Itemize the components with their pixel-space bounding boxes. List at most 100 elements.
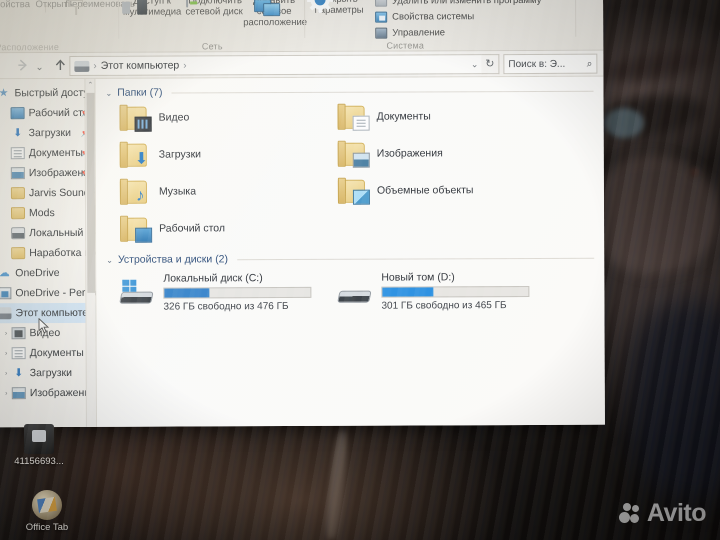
system-properties-icon — [375, 11, 388, 23]
sidebar-item-label: Mods — [28, 207, 55, 220]
navigation-list: ⌄★Быстрый доступРабочий сто📌⬇Загрузки📌До… — [0, 83, 96, 403]
wallpaper-mole-shape — [690, 168, 699, 177]
ribbon-uninstall-button[interactable]: Удалить или изменить программу — [375, 0, 541, 8]
ribbon-map-drive-button[interactable]: Подключить сетевой диск — [183, 0, 245, 17]
chevron-down-icon[interactable]: ⌄ — [105, 88, 112, 97]
sidebar-item-13[interactable]: › Документы — [0, 343, 96, 363]
folder-icon — [10, 187, 25, 200]
wallpaper-hair-shape — [630, 300, 720, 500]
folder-tile[interactable]: Музыка — [106, 178, 324, 205]
recent-locations-button[interactable]: ⌄ — [35, 60, 43, 76]
folder-tile[interactable]: Рабочий стол — [106, 215, 324, 243]
breadcrumb-separator[interactable]: › — [183, 60, 186, 71]
drive-name-label: Локальный диск (C:) — [163, 272, 263, 285]
sidebar-item-6[interactable]: Mods — [0, 203, 95, 223]
drive-icon — [337, 279, 372, 305]
sidebar-item-15[interactable]: › Изображения — [0, 383, 96, 403]
ribbon-toolbar: Свойства ↑ Открыть Переименовать Располо… — [0, 0, 604, 54]
sidebar-item-4[interactable]: Изображени📌 — [0, 163, 95, 183]
sidebar-item-label: OneDrive - Person — [15, 286, 96, 300]
this-pc-icon — [74, 60, 90, 72]
sidebar-item-0[interactable]: ⌄★Быстрый доступ — [0, 83, 95, 103]
folder-tile[interactable]: Загрузки — [106, 141, 324, 168]
up-button[interactable] — [53, 58, 67, 72]
ribbon-uninstall-label: Удалить или изменить программу — [392, 0, 542, 7]
documents-icon — [11, 347, 26, 360]
address-bar[interactable]: › Этот компьютер › ⌄ — [69, 54, 484, 76]
ribbon-media-access-label: Доступ к мультимедиа — [122, 0, 182, 18]
drive-tile[interactable]: Новый том (D:) 301 ГБ свободно из 465 ГБ — [324, 270, 542, 312]
arrow-cursor-icon — [38, 317, 50, 334]
sidebar-item-3[interactable]: Документы📌 — [0, 143, 95, 163]
documents-icon — [10, 147, 25, 160]
sidebar-item-14[interactable]: › ⬇ Загрузки — [0, 363, 96, 383]
folder-tile[interactable]: Видео — [106, 104, 324, 132]
archive-file-icon — [24, 424, 54, 454]
search-box[interactable]: Поиск в: Э... ⌕ — [503, 53, 598, 75]
sidebar-item-1[interactable]: Рабочий сто📌 — [0, 103, 95, 123]
chevron-down-icon[interactable]: ⌄ — [106, 255, 113, 264]
folder-tile-label: Документы — [376, 110, 431, 123]
wallpaper-brow-shape — [598, 42, 720, 88]
avito-watermark: Avito — [618, 501, 707, 526]
drive-usage-bar — [381, 285, 530, 298]
cloud-icon: ☁ — [0, 267, 10, 280]
folder-icon — [10, 207, 26, 220]
drive-usage-fill — [164, 288, 210, 298]
navigation-pane: ⌄★Быстрый доступРабочий сто📌⬇Загрузки📌До… — [0, 78, 98, 428]
avito-dots-icon — [618, 502, 641, 525]
sidebar-item-10[interactable]: ›OneDrive - Person — [0, 283, 95, 303]
folder-videos-icon — [119, 104, 152, 132]
downloads-icon: ⬇ — [13, 127, 23, 140]
windows-drive-icon — [119, 279, 154, 306]
folder-documents-icon — [337, 103, 370, 131]
office-tab-icon — [32, 490, 62, 520]
drives-grid: Локальный диск (C:) 326 ГБ свободно из 47… — [106, 270, 594, 313]
forward-button[interactable] — [15, 58, 29, 72]
search-input[interactable]: Поиск в: Э... — [508, 58, 586, 69]
drive-name-label: Новый том (D:) — [381, 271, 455, 284]
folder-tile-label: Изображения — [376, 147, 443, 160]
desktop-icon-office-tab[interactable]: Office Tab — [10, 490, 84, 533]
folders-group-header[interactable]: ⌄ Папки (7) — [105, 85, 594, 99]
sidebar-item-9[interactable]: ›☁OneDrive — [0, 263, 95, 283]
ribbon-open-settings-button[interactable]: Открыть параметры — [307, 0, 369, 16]
sidebar-item-label: OneDrive — [15, 267, 60, 280]
sidebar-item-2[interactable]: ⬇Загрузки📌 — [0, 123, 95, 143]
drives-group-label: Устройства и диски (2) — [117, 253, 229, 266]
desktop-icon-label: Office Tab — [25, 522, 69, 533]
chevron-up-icon[interactable]: ⌃ — [86, 81, 94, 89]
desktop-icon-archive[interactable]: 41156693... — [2, 424, 76, 467]
drives-group-header[interactable]: ⌄ Устройства и диски (2) — [106, 252, 595, 266]
folder-tile[interactable]: Документы — [324, 103, 542, 131]
sidebar-item-7[interactable]: Локальный дис — [0, 223, 95, 243]
chevron-right-icon[interactable]: › — [1, 390, 12, 397]
sidebar-scrollbar[interactable]: ⌃ ⌄ — [84, 78, 97, 428]
sidebar-item-5[interactable]: Jarvis Sound Pac — [0, 183, 95, 203]
refresh-button[interactable]: ↻ — [481, 54, 500, 75]
folder-3dobjects-icon — [337, 177, 370, 205]
sidebar-item-8[interactable]: Наработка по ц — [0, 243, 95, 263]
folder-tile[interactable]: Изображения — [324, 140, 542, 168]
ribbon-media-access-button[interactable]: Доступ к мультимедиа — [121, 0, 183, 18]
folder-pictures-icon — [337, 140, 370, 168]
scrollbar-thumb[interactable] — [86, 92, 96, 293]
folder-icon — [11, 247, 26, 260]
folder-tile[interactable]: Объемные объекты — [324, 177, 542, 205]
ribbon-manage-button[interactable]: Управление — [375, 26, 445, 39]
chevron-right-icon[interactable]: › — [1, 330, 12, 337]
desktop-icon-label: 41156693... — [14, 456, 64, 467]
uninstall-icon — [375, 0, 388, 7]
drive-tile[interactable]: Локальный диск (C:) 326 ГБ свободно из 47… — [106, 271, 324, 313]
ribbon-add-netloc-button[interactable]: Добавить сетевое расположение — [243, 0, 307, 28]
chevron-down-icon[interactable]: ⌄ — [471, 59, 479, 70]
chevron-right-icon[interactable]: › — [1, 350, 12, 357]
sidebar-item-label: Загрузки — [28, 126, 71, 140]
breadcrumb-this-pc[interactable]: Этот компьютер — [101, 60, 180, 72]
drive-free-label: 326 ГБ свободно из 476 ГБ — [163, 301, 289, 313]
chevron-right-icon[interactable]: › — [1, 370, 12, 377]
folder-tile-label: Музыка — [158, 185, 197, 198]
videos-icon — [11, 327, 26, 340]
content-pane: ⌄ Папки (7) Видео Документы Загрузки Изобра… — [95, 76, 605, 428]
ribbon-system-properties-button[interactable]: Свойства системы — [375, 10, 474, 23]
